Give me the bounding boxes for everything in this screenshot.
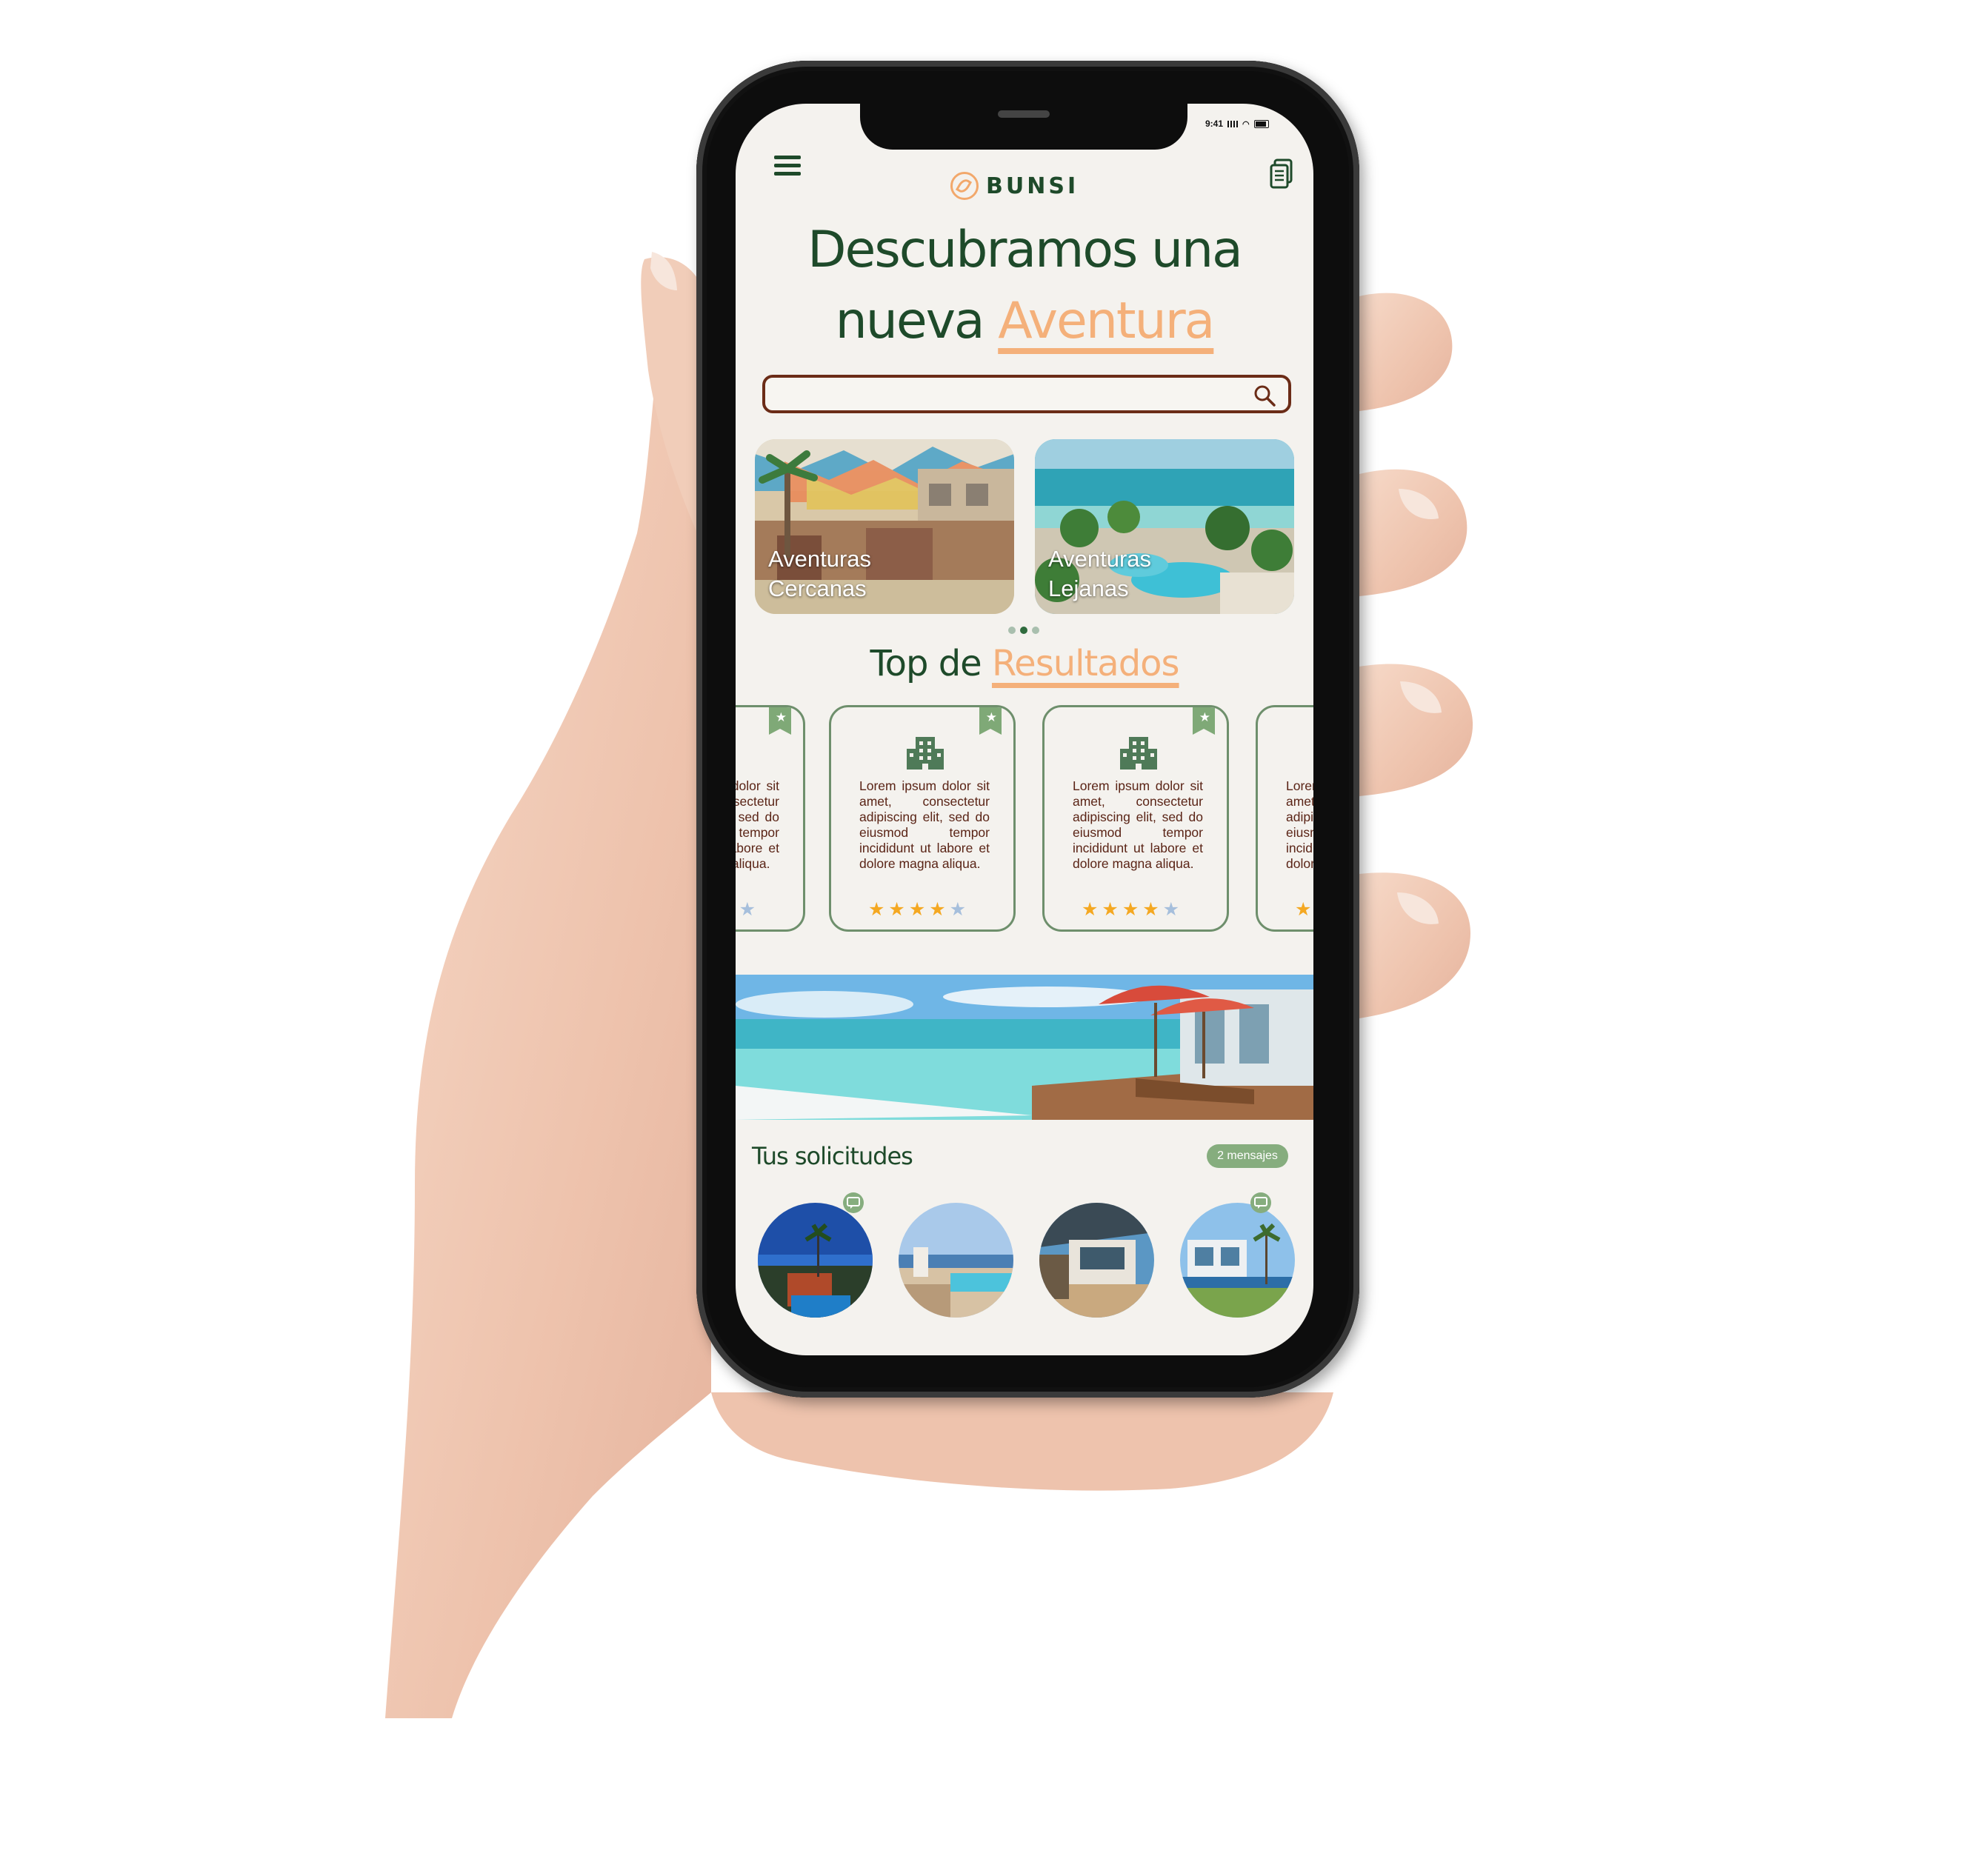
chat-message-icon[interactable] — [842, 1192, 864, 1213]
request-image-seaview — [899, 1203, 1013, 1318]
result-card[interactable]: ★ Lorem ipsum dolor sit amet, consectetu… — [736, 705, 805, 932]
rating-stars: ★★★★★ — [1295, 898, 1313, 920]
battery-icon — [1253, 119, 1269, 128]
category-label: Aventuras Cercanas — [768, 546, 872, 601]
result-card[interactable]: ★ Lorem ipsum dolor sit amet, consectetu… — [1042, 705, 1229, 932]
banner-image-infinity-pool — [736, 975, 1313, 1120]
requests-title: Tus solicitudes — [752, 1142, 913, 1170]
request-thumbnail[interactable] — [899, 1203, 1013, 1318]
request-thumbnail[interactable] — [1180, 1203, 1295, 1318]
result-card[interactable]: ★ Lorem ipsum dolor sit amet, consectetu… — [829, 705, 1016, 932]
wifi-icon: ◠ — [1242, 119, 1250, 129]
carousel-dot[interactable] — [1032, 627, 1039, 634]
hero-title-line1: Descubramos una — [807, 221, 1243, 279]
request-image-modern-house — [1039, 1203, 1154, 1318]
rating-stars: ★★★★★ — [868, 898, 970, 920]
notch — [860, 104, 1187, 150]
star-icon: ★ — [985, 710, 997, 725]
request-image-tropical — [758, 1203, 873, 1318]
result-card[interactable]: Lorem ipsum dolor sit amet, consectetur … — [1256, 705, 1313, 932]
result-description: Lorem ipsum dolor sit amet, consectetur … — [1073, 778, 1203, 871]
carousel-dot[interactable] — [1008, 627, 1016, 634]
rating-stars: ★★★★★ — [1082, 898, 1184, 920]
top-results-accent: Resultados — [991, 643, 1180, 684]
hero-title-accent: Aventura — [998, 292, 1215, 350]
status-bar: 9:41 ◠ — [1205, 118, 1269, 129]
brand-name: BUNSI — [986, 173, 1079, 199]
app-screen: 9:41 ◠ BUNSI Descubramos una nueva Avent… — [736, 104, 1313, 1355]
brand-logo: BUNSI — [950, 172, 1079, 200]
search-bar[interactable] — [762, 375, 1291, 413]
speaker — [998, 110, 1050, 118]
star-icon: ★ — [775, 710, 787, 725]
messages-badge[interactable]: 2 mensajes — [1207, 1144, 1288, 1168]
result-description: Lorem ipsum dolor sit amet, consectetur … — [859, 778, 990, 871]
hotel-building-icon — [907, 737, 944, 770]
category-label: Aventuras Lejanas — [1048, 546, 1152, 601]
category-card-lejanas[interactable]: Aventuras Lejanas — [1035, 439, 1294, 614]
carousel-dot-active[interactable] — [1020, 627, 1027, 634]
category-card-cercanas[interactable]: Aventuras Cercanas — [755, 439, 1014, 614]
result-description: Lorem ipsum dolor sit amet, consectetur … — [736, 778, 779, 871]
search-icon[interactable] — [1253, 384, 1276, 407]
request-thumbnail[interactable] — [1039, 1203, 1154, 1318]
chat-message-icon[interactable] — [1250, 1192, 1272, 1213]
hotel-building-icon — [1120, 737, 1157, 770]
hamburger-menu-icon[interactable] — [774, 156, 801, 178]
top-results-prefix: Top de — [870, 643, 992, 684]
request-thumbnail[interactable] — [758, 1203, 873, 1318]
logo-leaf-icon — [950, 172, 979, 200]
hero-title-prefix: nueva — [835, 292, 999, 350]
star-icon: ★ — [1199, 710, 1210, 725]
search-input[interactable] — [765, 378, 1263, 410]
hero-title-line2: nueva Aventura — [736, 286, 1313, 357]
rating-stars: ★★★★★ — [739, 898, 760, 920]
status-time: 9:41 — [1205, 118, 1224, 129]
top-results-title: Top de Resultados — [736, 643, 1313, 684]
result-description: Lorem ipsum dolor sit amet, consectetur … — [1286, 778, 1313, 871]
documents-icon[interactable] — [1269, 158, 1294, 190]
signal-icon — [1227, 120, 1239, 127]
request-image-villa — [1180, 1203, 1295, 1318]
carousel-dots — [1008, 627, 1039, 634]
